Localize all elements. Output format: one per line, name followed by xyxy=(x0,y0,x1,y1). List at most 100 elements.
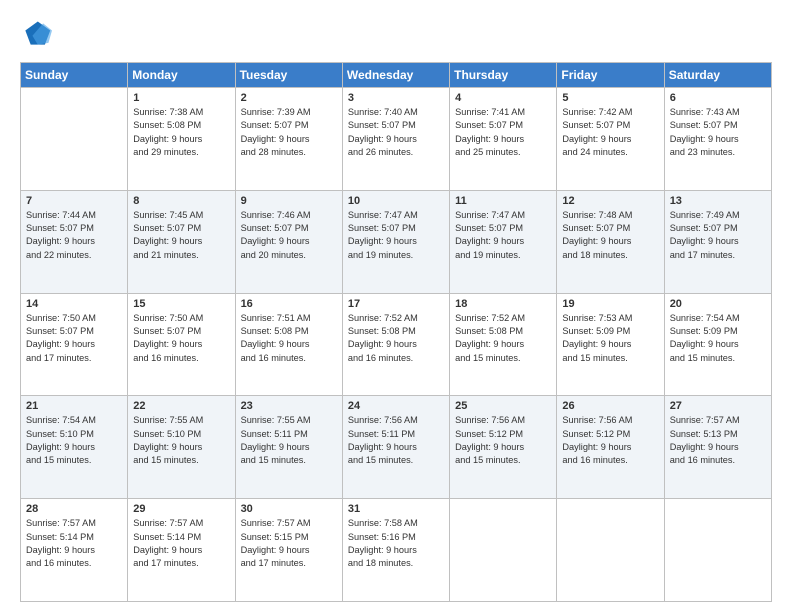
calendar-cell xyxy=(557,499,664,602)
calendar-cell: 16Sunrise: 7:51 AM Sunset: 5:08 PM Dayli… xyxy=(235,293,342,396)
day-info: Sunrise: 7:56 AM Sunset: 5:12 PM Dayligh… xyxy=(455,414,551,467)
day-number: 11 xyxy=(455,195,551,207)
day-info: Sunrise: 7:55 AM Sunset: 5:11 PM Dayligh… xyxy=(241,414,337,467)
day-info: Sunrise: 7:58 AM Sunset: 5:16 PM Dayligh… xyxy=(348,517,444,570)
day-number: 10 xyxy=(348,195,444,207)
calendar-cell xyxy=(450,499,557,602)
day-info: Sunrise: 7:43 AM Sunset: 5:07 PM Dayligh… xyxy=(670,106,766,159)
weekday-header-saturday: Saturday xyxy=(664,63,771,88)
logo-icon xyxy=(20,18,52,50)
calendar-cell: 20 Sunrise: 7:54 AM Sunset: 5:09 PM Dayli… xyxy=(664,293,771,396)
day-info: Sunrise: 7:40 AM Sunset: 5:07 PM Dayligh… xyxy=(348,106,444,159)
day-info: Sunrise: 7:57 AM Sunset: 5:14 PM Dayligh… xyxy=(133,517,229,570)
day-info: Sunrise: 7:52 AM Sunset: 5:08 PM Dayligh… xyxy=(455,312,551,365)
day-number: 6 xyxy=(670,92,766,104)
weekday-header-tuesday: Tuesday xyxy=(235,63,342,88)
day-number: 30 xyxy=(241,503,337,515)
day-info: Sunrise: 7:39 AM Sunset: 5:07 PM Dayligh… xyxy=(241,106,337,159)
day-info: Sunrise: 7:45 AM Sunset: 5:07 PM Dayligh… xyxy=(133,209,229,262)
calendar-header: SundayMondayTuesdayWednesdayThursdayFrid… xyxy=(21,63,772,88)
day-number: 1 xyxy=(133,92,229,104)
day-info: Sunrise: 7:50 AM Sunset: 5:07 PM Dayligh… xyxy=(26,312,122,365)
calendar-cell: 11 Sunrise: 7:47 AM Sunset: 5:07 PM Dayli… xyxy=(450,190,557,293)
day-info: Sunrise: 7:41 AM Sunset: 5:07 PM Dayligh… xyxy=(455,106,551,159)
calendar-row: 21 Sunrise: 7:54 AM Sunset: 5:10 PM Dayli… xyxy=(21,396,772,499)
calendar-cell: 6 Sunrise: 7:43 AM Sunset: 5:07 PM Daylig… xyxy=(664,88,771,191)
day-number: 7 xyxy=(26,195,122,207)
calendar-cell: 23 Sunrise: 7:55 AM Sunset: 5:11 PM Dayli… xyxy=(235,396,342,499)
calendar-cell: 28 Sunrise: 7:57 AM Sunset: 5:14 PM Dayli… xyxy=(21,499,128,602)
day-number: 2 xyxy=(241,92,337,104)
day-number: 5 xyxy=(562,92,658,104)
calendar-row: 1 Sunrise: 7:38 AM Sunset: 5:08 PM Daylig… xyxy=(21,88,772,191)
day-number: 28 xyxy=(26,503,122,515)
day-info: Sunrise: 7:50 AM Sunset: 5:07 PM Dayligh… xyxy=(133,312,229,365)
day-info: Sunrise: 7:52 AM Sunset: 5:08 PM Dayligh… xyxy=(348,312,444,365)
day-info: Sunrise: 7:49 AM Sunset: 5:07 PM Dayligh… xyxy=(670,209,766,262)
calendar-cell xyxy=(21,88,128,191)
calendar-cell: 17 Sunrise: 7:52 AM Sunset: 5:08 PM Dayli… xyxy=(342,293,449,396)
day-number: 4 xyxy=(455,92,551,104)
day-number: 31 xyxy=(348,503,444,515)
day-number: 13 xyxy=(670,195,766,207)
calendar-cell: 18 Sunrise: 7:52 AM Sunset: 5:08 PM Dayli… xyxy=(450,293,557,396)
day-info: Sunrise: 7:48 AM Sunset: 5:07 PM Dayligh… xyxy=(562,209,658,262)
calendar-cell: 3Sunrise: 7:40 AM Sunset: 5:07 PM Daylig… xyxy=(342,88,449,191)
day-number: 14 xyxy=(26,298,122,310)
day-info: Sunrise: 7:55 AM Sunset: 5:10 PM Dayligh… xyxy=(133,414,229,467)
calendar-table: SundayMondayTuesdayWednesdayThursdayFrid… xyxy=(20,62,772,602)
weekday-header-thursday: Thursday xyxy=(450,63,557,88)
day-number: 19 xyxy=(562,298,658,310)
day-number: 18 xyxy=(455,298,551,310)
day-info: Sunrise: 7:53 AM Sunset: 5:09 PM Dayligh… xyxy=(562,312,658,365)
calendar-cell: 19 Sunrise: 7:53 AM Sunset: 5:09 PM Dayli… xyxy=(557,293,664,396)
calendar-cell: 24 Sunrise: 7:56 AM Sunset: 5:11 PM Dayli… xyxy=(342,396,449,499)
day-info: Sunrise: 7:56 AM Sunset: 5:11 PM Dayligh… xyxy=(348,414,444,467)
day-info: Sunrise: 7:38 AM Sunset: 5:08 PM Dayligh… xyxy=(133,106,229,159)
calendar-row: 7 Sunrise: 7:44 AM Sunset: 5:07 PM Daylig… xyxy=(21,190,772,293)
day-number: 24 xyxy=(348,400,444,412)
calendar-row: 14 Sunrise: 7:50 AM Sunset: 5:07 PM Dayli… xyxy=(21,293,772,396)
weekday-header-sunday: Sunday xyxy=(21,63,128,88)
day-number: 20 xyxy=(670,298,766,310)
day-info: Sunrise: 7:54 AM Sunset: 5:10 PM Dayligh… xyxy=(26,414,122,467)
logo xyxy=(20,18,56,50)
calendar-cell: 7 Sunrise: 7:44 AM Sunset: 5:07 PM Daylig… xyxy=(21,190,128,293)
calendar-cell: 5 Sunrise: 7:42 AM Sunset: 5:07 PM Daylig… xyxy=(557,88,664,191)
calendar-cell: 26Sunrise: 7:56 AM Sunset: 5:12 PM Dayli… xyxy=(557,396,664,499)
day-info: Sunrise: 7:47 AM Sunset: 5:07 PM Dayligh… xyxy=(455,209,551,262)
day-number: 21 xyxy=(26,400,122,412)
day-info: Sunrise: 7:56 AM Sunset: 5:12 PM Dayligh… xyxy=(562,414,658,467)
day-info: Sunrise: 7:47 AM Sunset: 5:07 PM Dayligh… xyxy=(348,209,444,262)
calendar-cell: 31 Sunrise: 7:58 AM Sunset: 5:16 PM Dayli… xyxy=(342,499,449,602)
calendar-cell xyxy=(664,499,771,602)
day-number: 29 xyxy=(133,503,229,515)
calendar-cell: 13 Sunrise: 7:49 AM Sunset: 5:07 PM Dayli… xyxy=(664,190,771,293)
day-number: 25 xyxy=(455,400,551,412)
calendar-cell: 15Sunrise: 7:50 AM Sunset: 5:07 PM Dayli… xyxy=(128,293,235,396)
calendar-cell: 4 Sunrise: 7:41 AM Sunset: 5:07 PM Daylig… xyxy=(450,88,557,191)
day-info: Sunrise: 7:42 AM Sunset: 5:07 PM Dayligh… xyxy=(562,106,658,159)
calendar-cell: 1 Sunrise: 7:38 AM Sunset: 5:08 PM Daylig… xyxy=(128,88,235,191)
calendar-cell: 30Sunrise: 7:57 AM Sunset: 5:15 PM Dayli… xyxy=(235,499,342,602)
day-info: Sunrise: 7:44 AM Sunset: 5:07 PM Dayligh… xyxy=(26,209,122,262)
calendar-cell: 21 Sunrise: 7:54 AM Sunset: 5:10 PM Dayli… xyxy=(21,396,128,499)
calendar-page: SundayMondayTuesdayWednesdayThursdayFrid… xyxy=(0,0,792,612)
day-info: Sunrise: 7:57 AM Sunset: 5:13 PM Dayligh… xyxy=(670,414,766,467)
day-info: Sunrise: 7:54 AM Sunset: 5:09 PM Dayligh… xyxy=(670,312,766,365)
calendar-cell: 27Sunrise: 7:57 AM Sunset: 5:13 PM Dayli… xyxy=(664,396,771,499)
calendar-row: 28 Sunrise: 7:57 AM Sunset: 5:14 PM Dayli… xyxy=(21,499,772,602)
day-number: 12 xyxy=(562,195,658,207)
day-number: 17 xyxy=(348,298,444,310)
day-number: 8 xyxy=(133,195,229,207)
day-info: Sunrise: 7:51 AM Sunset: 5:08 PM Dayligh… xyxy=(241,312,337,365)
calendar-cell: 12 Sunrise: 7:48 AM Sunset: 5:07 PM Dayli… xyxy=(557,190,664,293)
day-number: 23 xyxy=(241,400,337,412)
calendar-body: 1 Sunrise: 7:38 AM Sunset: 5:08 PM Daylig… xyxy=(21,88,772,602)
day-info: Sunrise: 7:46 AM Sunset: 5:07 PM Dayligh… xyxy=(241,209,337,262)
calendar-cell: 25 Sunrise: 7:56 AM Sunset: 5:12 PM Dayli… xyxy=(450,396,557,499)
calendar-cell: 8 Sunrise: 7:45 AM Sunset: 5:07 PM Daylig… xyxy=(128,190,235,293)
calendar-cell: 9Sunrise: 7:46 AM Sunset: 5:07 PM Daylig… xyxy=(235,190,342,293)
weekday-header-monday: Monday xyxy=(128,63,235,88)
day-info: Sunrise: 7:57 AM Sunset: 5:14 PM Dayligh… xyxy=(26,517,122,570)
